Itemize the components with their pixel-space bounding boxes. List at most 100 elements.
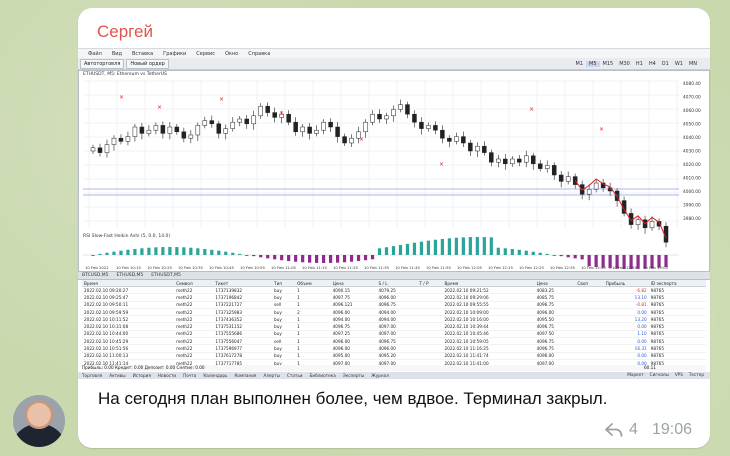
time-tick: 10 Feb 12:25 — [519, 265, 544, 270]
table-cell: 1 — [295, 337, 331, 346]
histogram-bar — [524, 250, 528, 255]
table-cell: 2022.02.10 10:51:56 — [82, 344, 175, 353]
candle-body — [565, 176, 571, 182]
table-cell: meth22 — [174, 315, 214, 324]
table-cell: 1 — [295, 301, 331, 309]
table-cell — [575, 337, 604, 346]
time-tick: 10 Feb 12:35 — [550, 265, 575, 270]
histogram-bar — [203, 248, 207, 255]
histogram-bar — [538, 252, 542, 255]
table-cell: 4097.00 — [376, 322, 418, 331]
orders-table: Время Символ Тикет Тип Объем Цена S / LT / P Вр… — [82, 280, 706, 368]
candle-body — [244, 118, 249, 125]
table-cell: 4096.75 — [534, 337, 576, 346]
timeframe-m30: M30 — [619, 60, 630, 67]
histogram-bar — [489, 237, 493, 255]
table-cell: 4096.00 — [376, 293, 418, 302]
histogram-bar — [147, 247, 151, 255]
reply-count[interactable]: 4 — [629, 421, 638, 439]
histogram-bar — [419, 241, 424, 255]
table-cell: 4095.20 — [376, 352, 418, 360]
table-cell: buy — [272, 308, 296, 317]
table-cell: 2022.02.10 10:16:00 — [442, 315, 535, 324]
histogram-bar — [356, 255, 361, 262]
histogram-bar — [377, 248, 382, 255]
table-cell: 98765 — [648, 337, 706, 346]
table-cell: 13.10 — [603, 293, 649, 302]
histogram-bar — [189, 247, 193, 255]
table-row: 2022.02.10 09:20:27 meth22 1737139832 buy 1 4… — [82, 286, 706, 295]
table-cell: buy — [272, 352, 296, 360]
table-cell: buy — [272, 322, 296, 331]
table-cell: meth22 — [174, 301, 214, 309]
message-meta: 4 19:06 — [605, 421, 692, 439]
candle-body — [328, 121, 333, 128]
price-tick: 4060.00 — [683, 108, 701, 114]
price-tick: 4020.00 — [683, 162, 701, 168]
candle-body — [384, 115, 389, 120]
candle-body — [454, 136, 459, 142]
table-cell — [417, 308, 443, 317]
table-cell: 0.00 — [603, 352, 649, 360]
timeframe-m5: M5 — [586, 60, 600, 67]
terminal-tabs: Торговля Активы История Новости Почта Календа… — [78, 372, 710, 379]
table-cell — [575, 330, 604, 339]
new-order-button: Новый ордер — [126, 58, 169, 69]
terminal-tab: Торговля — [82, 373, 103, 378]
histogram-bar — [105, 252, 109, 255]
menu-item: Сервис — [196, 50, 215, 57]
candle-body — [517, 158, 522, 163]
reply-icon[interactable] — [605, 423, 623, 437]
table-cell: 1 — [295, 293, 331, 302]
table-cell: meth22 — [174, 308, 214, 317]
balance-text: Прибыль: 0.00 Кредит: 0.00 Депозит: 0.00… — [82, 365, 205, 370]
candle-body — [440, 129, 445, 139]
candle-body — [412, 113, 417, 123]
table-cell: 98765 — [648, 322, 706, 331]
table-row: 2022.02.10 10:51:56 meth22 1737596977 buy 1 4… — [82, 344, 706, 353]
table-cell: 4085.75 — [534, 293, 576, 302]
menu-item: Графики — [163, 50, 187, 57]
indicator-label: RSI Slow-Fast Heikin Ashi (5, 0.0, 14.0) — [83, 234, 171, 239]
table-cell — [417, 286, 443, 295]
trade-marker: × — [439, 161, 444, 168]
table-cell: 2022.02.10 10:11:52 — [82, 315, 175, 324]
histogram-bar — [503, 248, 507, 255]
table-cell: 2022.02.10 10:31:08 — [82, 322, 175, 331]
table-row: 2022.02.10 10:45:29 meth22 1737556047 sell 1… — [82, 337, 706, 346]
histogram-bar — [308, 255, 312, 263]
table-cell: 2022.02.10 10:45:46 — [442, 330, 535, 339]
candle-body — [544, 165, 550, 169]
terminal-tab: Эксперты — [342, 373, 365, 378]
table-row: 2022.02.10 09:25:47 meth22 1737196842 buy 1 4… — [82, 293, 706, 302]
histogram-bar — [559, 255, 563, 257]
table-cell: 1737436352 — [213, 315, 273, 324]
table-cell: 4096.75 — [330, 322, 377, 331]
sender-name[interactable]: Сергей — [97, 22, 153, 42]
candle-body — [342, 136, 347, 144]
avatar[interactable] — [13, 395, 65, 447]
table-cell: 2022.02.10 11:16:25 — [442, 344, 535, 353]
message-bubble[interactable]: Сергей Файл Вид Вставка Графики Сервис Окно Сп… — [78, 8, 710, 448]
histogram-bar — [322, 255, 326, 263]
histogram-bar — [301, 255, 305, 263]
candle-body — [370, 113, 375, 123]
candle-body — [349, 137, 354, 144]
table-cell: 2022.02.10 10:44:00 — [82, 330, 175, 339]
table-cell — [417, 315, 443, 324]
table-row: 2022.02.10 11:00:13 meth22 1737617278 buy 1 4… — [82, 352, 706, 360]
table-cell — [575, 286, 604, 295]
table-cell: 1737221727 — [213, 301, 273, 309]
table-cell: 98765 — [648, 308, 706, 317]
table-cell — [417, 322, 443, 331]
table-cell: 1737556047 — [213, 337, 273, 346]
table-cell: 1737325983 — [213, 308, 273, 317]
trade-marker: × — [119, 94, 124, 101]
table-cell: meth22 — [174, 286, 214, 295]
attached-screenshot[interactable]: Файл Вид Вставка Графики Сервис Окно Справка А… — [78, 48, 710, 379]
status-item: VPS — [674, 372, 683, 377]
candle-body — [482, 145, 487, 153]
table-cell — [417, 337, 443, 346]
histogram-bar — [391, 246, 396, 255]
histogram-bar — [370, 255, 375, 260]
